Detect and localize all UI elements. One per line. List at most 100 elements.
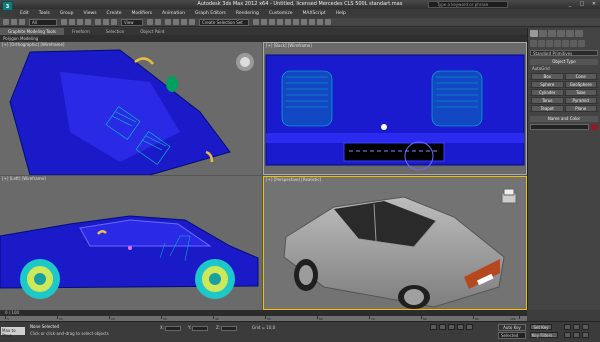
lights-icon[interactable] (546, 40, 553, 47)
cylinder-button[interactable]: Cylinder (531, 89, 564, 96)
utilities-tab-icon[interactable] (575, 30, 583, 37)
pyramid-button[interactable]: Pyramid (564, 97, 597, 104)
tube-button[interactable]: Tube (564, 89, 597, 96)
geometry-icon[interactable] (530, 40, 537, 47)
rotate-icon[interactable] (103, 19, 109, 25)
object-type-rollout[interactable]: Object Type (530, 59, 598, 65)
angle-snap-icon[interactable] (173, 19, 179, 25)
menu-customize[interactable]: Customize (264, 9, 298, 18)
auto-key-button[interactable]: Auto Key (498, 324, 526, 331)
object-name-input[interactable] (530, 124, 589, 130)
schematic-icon[interactable] (293, 19, 299, 25)
box-button[interactable]: Box (531, 73, 564, 80)
teapot-button[interactable]: Teapot (531, 105, 564, 112)
key-filters-button[interactable]: Key Filters... (530, 332, 558, 338)
curve-editor-icon[interactable] (285, 19, 291, 25)
modify-tab-icon[interactable] (539, 30, 547, 37)
selection-filter-dropdown[interactable]: All (29, 19, 57, 26)
menu-help[interactable]: Help (331, 9, 351, 18)
create-tab-icon[interactable] (530, 30, 538, 37)
spinner-snap-icon[interactable] (189, 19, 195, 25)
cone-button[interactable]: Cone (564, 73, 597, 80)
tab-selection[interactable]: Selection (98, 28, 132, 35)
shapes-icon[interactable] (538, 40, 545, 47)
name-color-rollout[interactable]: Name and Color (530, 116, 598, 122)
search-input[interactable]: Type a keyword or phrase (428, 1, 508, 8)
orbit-icon[interactable] (582, 324, 589, 330)
scale-icon[interactable] (111, 19, 117, 25)
render-setup-icon[interactable] (309, 19, 315, 25)
align-icon[interactable] (261, 19, 267, 25)
x-input[interactable] (165, 325, 182, 331)
snap-icon[interactable] (165, 19, 171, 25)
next-frame-icon[interactable] (457, 324, 464, 330)
key-selection-dropdown[interactable]: Selected (498, 332, 526, 339)
set-key-button[interactable]: Set Key (530, 324, 552, 330)
viewport-orthographic[interactable]: [+] [Orthographic] [Wireframe] (0, 42, 262, 175)
torus-button[interactable]: Torus (531, 97, 564, 104)
y-input[interactable] (192, 325, 209, 331)
close-button[interactable]: ✕ (589, 1, 599, 8)
move-icon[interactable] (95, 19, 101, 25)
tab-object-paint[interactable]: Object Paint (132, 28, 172, 35)
redo-icon[interactable] (11, 19, 17, 25)
zoom-all-icon[interactable] (573, 324, 580, 330)
menu-edit[interactable]: Edit (15, 9, 34, 18)
viewport-perspective[interactable]: [+] [Perspective] [Realistic] (263, 176, 527, 310)
percent-snap-icon[interactable] (181, 19, 187, 25)
menu-modifiers[interactable]: Modifiers (127, 9, 158, 18)
pan-icon[interactable] (564, 332, 571, 338)
mirror-icon[interactable] (253, 19, 259, 25)
primitive-type-dropdown[interactable]: Standard Primitives (530, 50, 598, 56)
spacewarps-icon[interactable] (570, 40, 577, 47)
sphere-button[interactable]: Sphere (531, 81, 564, 88)
layer-icon[interactable] (269, 19, 275, 25)
select-object-icon[interactable] (61, 19, 67, 25)
helpers-icon[interactable] (562, 40, 569, 47)
prev-frame-icon[interactable] (439, 324, 446, 330)
maxscript-listener[interactable]: Max to Phys (1, 327, 25, 338)
motion-tab-icon[interactable] (557, 30, 565, 37)
maximize-viewport-icon[interactable] (582, 332, 589, 338)
systems-icon[interactable] (578, 40, 585, 47)
maximize-button[interactable]: □ (577, 1, 587, 8)
menu-animation[interactable]: Animation (157, 9, 190, 18)
menu-rendering[interactable]: Rendering (231, 9, 264, 18)
named-selection-input[interactable]: Create Selection Set (199, 19, 249, 26)
window-crossing-icon[interactable] (85, 19, 91, 25)
z-input[interactable] (221, 325, 238, 331)
goto-start-icon[interactable] (430, 324, 437, 330)
viewport-left[interactable]: [+] [Left] [Wireframe] (0, 176, 262, 310)
play-icon[interactable] (448, 324, 455, 330)
viewport-label[interactable]: [+] [Left] [Wireframe] (2, 176, 46, 181)
undo-icon[interactable] (3, 19, 9, 25)
reference-coord-dropdown[interactable]: View (121, 19, 143, 26)
rect-select-icon[interactable] (77, 19, 83, 25)
viewport-back[interactable]: [+] [Back] [Wireframe] (263, 42, 527, 175)
tab-freeform[interactable]: Freeform (64, 28, 98, 35)
hierarchy-tab-icon[interactable] (548, 30, 556, 37)
geosphere-button[interactable]: GeoSphere (564, 81, 597, 88)
manipulate-icon[interactable] (155, 19, 161, 25)
viewport-label[interactable]: [+] [Back] [Wireframe] (266, 43, 312, 48)
viewport-label[interactable]: [+] [Perspective] [Realistic] (266, 177, 321, 182)
menu-tools[interactable]: Tools (34, 9, 55, 18)
cameras-icon[interactable] (554, 40, 561, 47)
menu-maxscript[interactable]: MAXScript (298, 9, 331, 18)
menu-graph-editors[interactable]: Graph Editors (190, 9, 231, 18)
display-tab-icon[interactable] (566, 30, 574, 37)
menu-create[interactable]: Create (102, 9, 127, 18)
tab-graphite-modeling[interactable]: Graphite Modeling Tools (0, 28, 65, 35)
viewport-label[interactable]: [+] [Orthographic] [Wireframe] (2, 42, 64, 47)
graphite-toggle-icon[interactable] (277, 19, 283, 25)
minimize-button[interactable]: _ (565, 1, 575, 8)
pivot-icon[interactable] (147, 19, 153, 25)
zoom-icon[interactable] (564, 324, 571, 330)
rendered-frame-icon[interactable] (317, 19, 323, 25)
fov-icon[interactable] (573, 332, 580, 338)
menu-group[interactable]: Group (55, 9, 79, 18)
material-editor-icon[interactable] (301, 19, 307, 25)
goto-end-icon[interactable] (466, 324, 473, 330)
object-color-swatch[interactable] (591, 124, 598, 130)
select-by-name-icon[interactable] (69, 19, 75, 25)
